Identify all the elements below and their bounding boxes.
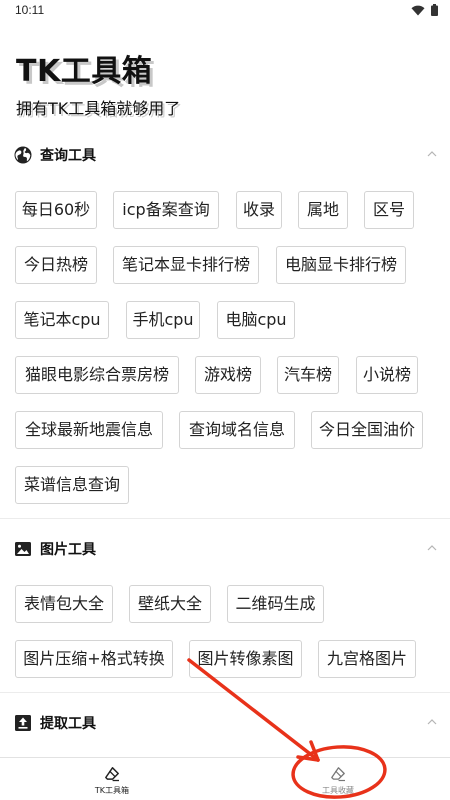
nav-label-toolbox: TK工具箱 [94, 786, 130, 795]
chevron-up-icon[interactable] [426, 542, 438, 554]
tool-chip[interactable]: 小说榜 [356, 356, 418, 394]
tool-chip[interactable]: 今日热榜 [15, 246, 97, 284]
upload-icon [15, 715, 31, 731]
section-title-image: 图片工具 [40, 542, 96, 558]
status-time: 10:11 [15, 3, 45, 17]
bottom-nav: TK工具箱 工具收藏 [0, 757, 450, 800]
section-divider [0, 518, 450, 519]
eraser-icon [331, 767, 345, 782]
tool-chip[interactable]: 属地 [298, 191, 348, 229]
tool-chip[interactable]: 菜谱信息查询 [15, 466, 129, 504]
eraser-icon [105, 767, 119, 782]
section-title-extract: 提取工具 [40, 716, 96, 732]
nav-item-favorites[interactable]: 工具收藏 [278, 758, 398, 800]
section-header-query[interactable]: 查询工具 [0, 140, 450, 170]
nav-label-favorites: 工具收藏 [322, 786, 354, 795]
tool-chip[interactable]: 壁纸大全 [129, 585, 211, 623]
section-title-query: 查询工具 [40, 148, 96, 164]
section-header-image[interactable]: 图片工具 [0, 534, 450, 564]
status-icons [411, 4, 438, 16]
app-subtitle: 拥有TK工具箱就够用了 [16, 99, 181, 118]
tool-chip[interactable]: 区号 [364, 191, 414, 229]
tool-chip[interactable]: 收录 [236, 191, 282, 229]
tool-chip[interactable]: 查询域名信息 [179, 411, 295, 449]
tool-chip[interactable]: 笔记本cpu [15, 301, 109, 339]
tool-chip[interactable]: 电脑cpu [217, 301, 295, 339]
tool-chip[interactable]: 二维码生成 [227, 585, 324, 623]
tool-chip[interactable]: 全球最新地震信息 [15, 411, 163, 449]
chevron-up-icon[interactable] [426, 148, 438, 160]
tool-chip[interactable]: 每日60秒 [15, 191, 97, 229]
status-bar: 10:11 [0, 0, 450, 22]
tool-chip[interactable]: 电脑显卡排行榜 [276, 246, 406, 284]
chevron-up-icon[interactable] [426, 716, 438, 728]
app-title: TK工具箱 [16, 54, 153, 89]
tool-chip[interactable]: 今日全国油价 [311, 411, 423, 449]
annotation-overlay [187, 658, 387, 799]
image-icon [15, 542, 31, 556]
tool-chip[interactable]: 游戏榜 [195, 356, 261, 394]
tool-chip[interactable]: 汽车榜 [277, 356, 339, 394]
nav-item-toolbox[interactable]: TK工具箱 [52, 758, 172, 800]
globe-icon [14, 146, 32, 164]
tool-chip[interactable]: 猫眼电影综合票房榜 [15, 356, 179, 394]
tool-chip[interactable]: icp备案查询 [113, 191, 219, 229]
wifi-icon [411, 5, 425, 15]
tool-chip[interactable]: 图片转像素图 [189, 640, 302, 678]
tool-chip[interactable]: 九宫格图片 [318, 640, 416, 678]
tool-chip[interactable]: 图片压缩+格式转换 [15, 640, 173, 678]
tool-chip[interactable]: 手机cpu [126, 301, 200, 339]
tool-chip[interactable]: 表情包大全 [15, 585, 113, 623]
section-divider [0, 692, 450, 693]
battery-icon [431, 4, 438, 16]
section-header-extract[interactable]: 提取工具 [0, 708, 450, 738]
tool-chip[interactable]: 笔记本显卡排行榜 [113, 246, 259, 284]
